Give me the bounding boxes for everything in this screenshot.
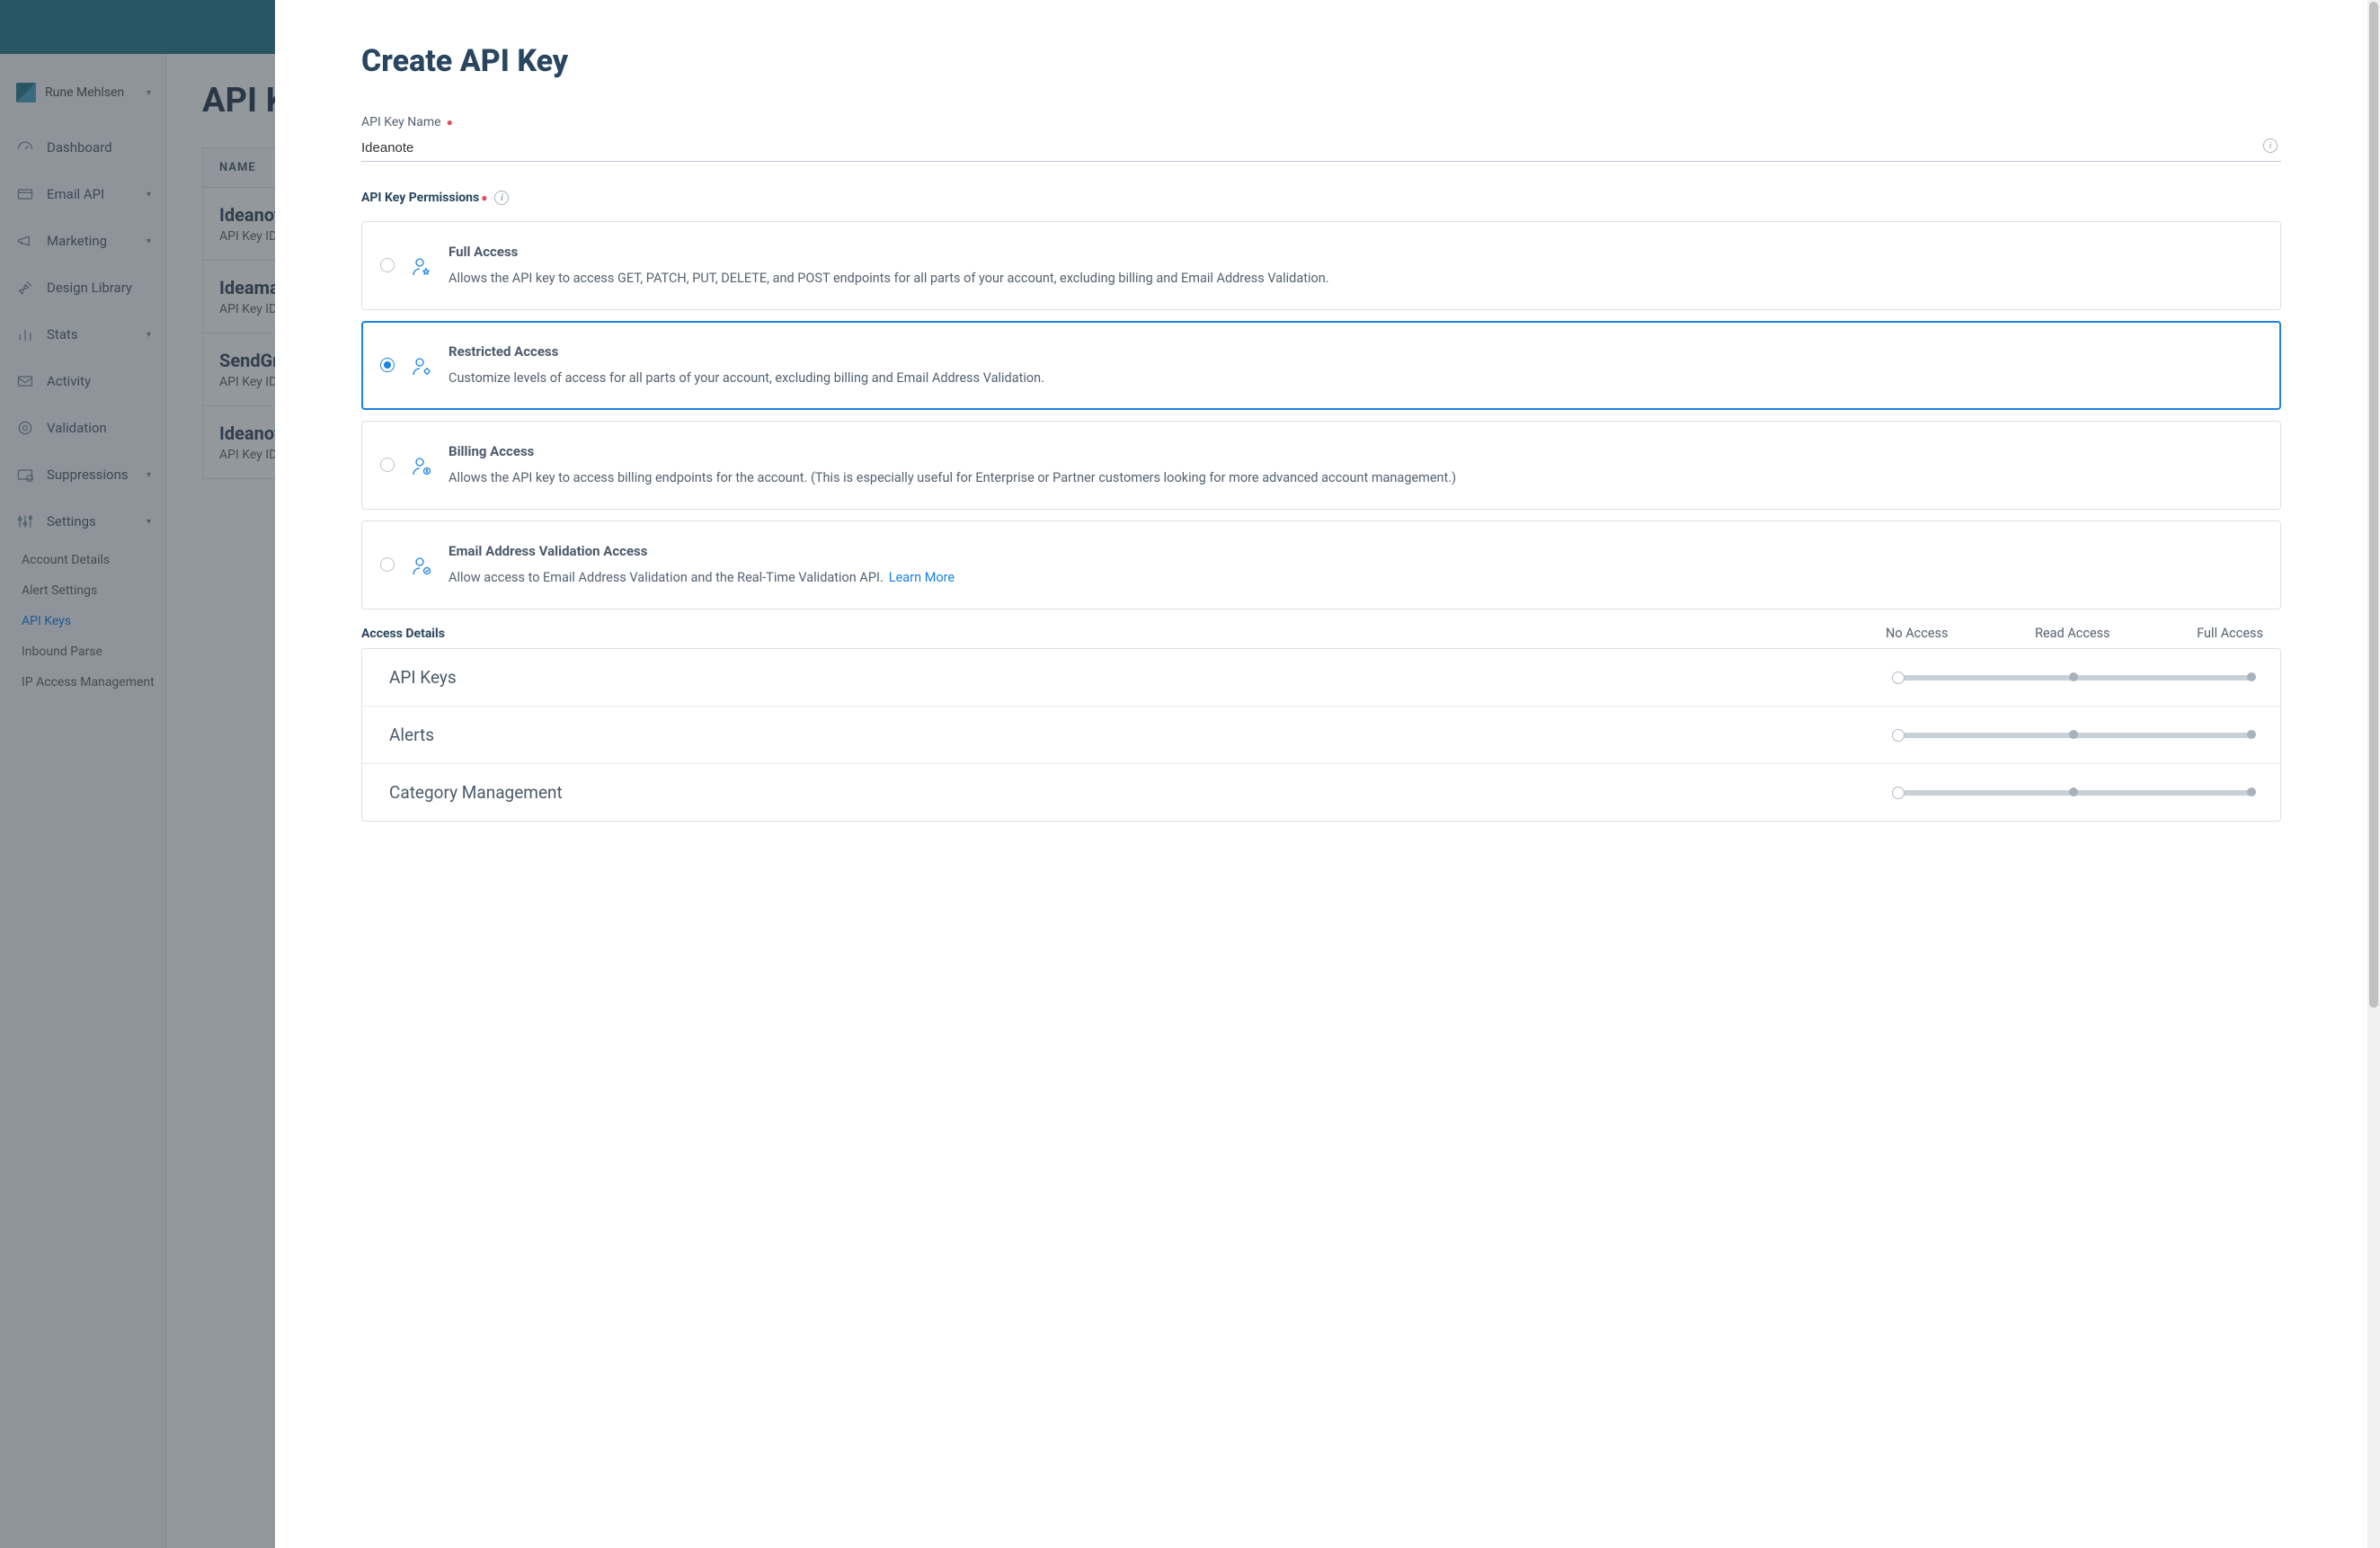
radio-icon bbox=[380, 458, 395, 472]
slider-stop-icon bbox=[2247, 787, 2256, 796]
person-gear-icon bbox=[411, 356, 432, 378]
perm-option-validation[interactable]: Email Address Validation Access Allow ac… bbox=[361, 520, 2281, 609]
radio-icon bbox=[380, 258, 395, 272]
col-full-access: Full Access bbox=[2197, 626, 2263, 641]
access-row-name: Category Management bbox=[389, 782, 1894, 803]
perm-title: Restricted Access bbox=[448, 343, 2259, 360]
access-slider[interactable] bbox=[1894, 675, 2253, 681]
person-star-icon bbox=[411, 256, 432, 278]
slider-stop-icon bbox=[2069, 787, 2078, 796]
access-details-label: Access Details bbox=[361, 627, 1886, 641]
radio-icon bbox=[380, 557, 395, 572]
perm-desc: Customize levels of access for all parts… bbox=[448, 369, 2259, 387]
required-star-icon: ● bbox=[447, 116, 453, 129]
person-dollar-icon bbox=[411, 456, 432, 477]
api-key-name-label: API Key Name ● bbox=[361, 115, 2281, 129]
info-icon[interactable]: i bbox=[494, 191, 509, 205]
access-row: API Keys bbox=[362, 649, 2280, 707]
slider-stop-icon bbox=[2247, 730, 2256, 739]
access-row: Alerts bbox=[362, 707, 2280, 764]
required-star-icon: ● bbox=[481, 191, 487, 204]
access-slider[interactable] bbox=[1894, 733, 2253, 738]
perm-desc: Allows the API key to access billing end… bbox=[448, 468, 2259, 487]
create-api-key-panel: Create API Key API Key Name ● i API Key … bbox=[275, 0, 2367, 1548]
access-row-name: API Keys bbox=[389, 667, 1894, 688]
scrollbar-thumb[interactable] bbox=[2369, 2, 2378, 1008]
access-column-headers: No Access Read Access Full Access bbox=[1886, 626, 2281, 641]
perm-option-billing[interactable]: Billing Access Allows the API key to acc… bbox=[361, 421, 2281, 510]
perm-title: Billing Access bbox=[448, 443, 2259, 459]
person-check-icon bbox=[411, 556, 432, 577]
learn-more-link[interactable]: Learn More bbox=[889, 570, 955, 585]
access-details-table: API Keys Alerts Category Management bbox=[361, 648, 2281, 822]
perm-desc: Allow access to Email Address Validation… bbox=[448, 568, 2259, 587]
access-slider[interactable] bbox=[1894, 790, 2253, 796]
access-row: Category Management bbox=[362, 764, 2280, 821]
perm-desc: Allows the API key to access GET, PATCH,… bbox=[448, 269, 2259, 288]
scrollbar[interactable] bbox=[2367, 0, 2380, 1548]
perm-option-full[interactable]: Full Access Allows the API key to access… bbox=[361, 221, 2281, 310]
col-read-access: Read Access bbox=[2035, 626, 2110, 641]
slider-stop-icon bbox=[2247, 672, 2256, 681]
perm-title: Email Address Validation Access bbox=[448, 543, 2259, 559]
api-key-name-input[interactable] bbox=[361, 135, 2281, 162]
perm-title: Full Access bbox=[448, 244, 2259, 260]
slider-stop-icon bbox=[2069, 730, 2078, 739]
panel-title: Create API Key bbox=[361, 43, 2281, 79]
perm-option-restricted[interactable]: Restricted Access Customize levels of ac… bbox=[361, 321, 2281, 410]
slider-stop-icon bbox=[2069, 672, 2078, 681]
access-row-name: Alerts bbox=[389, 725, 1894, 745]
col-no-access: No Access bbox=[1886, 626, 1949, 641]
permissions-label: API Key Permissions● i bbox=[361, 191, 2281, 205]
radio-icon bbox=[380, 358, 395, 372]
info-icon[interactable]: i bbox=[2263, 138, 2278, 153]
